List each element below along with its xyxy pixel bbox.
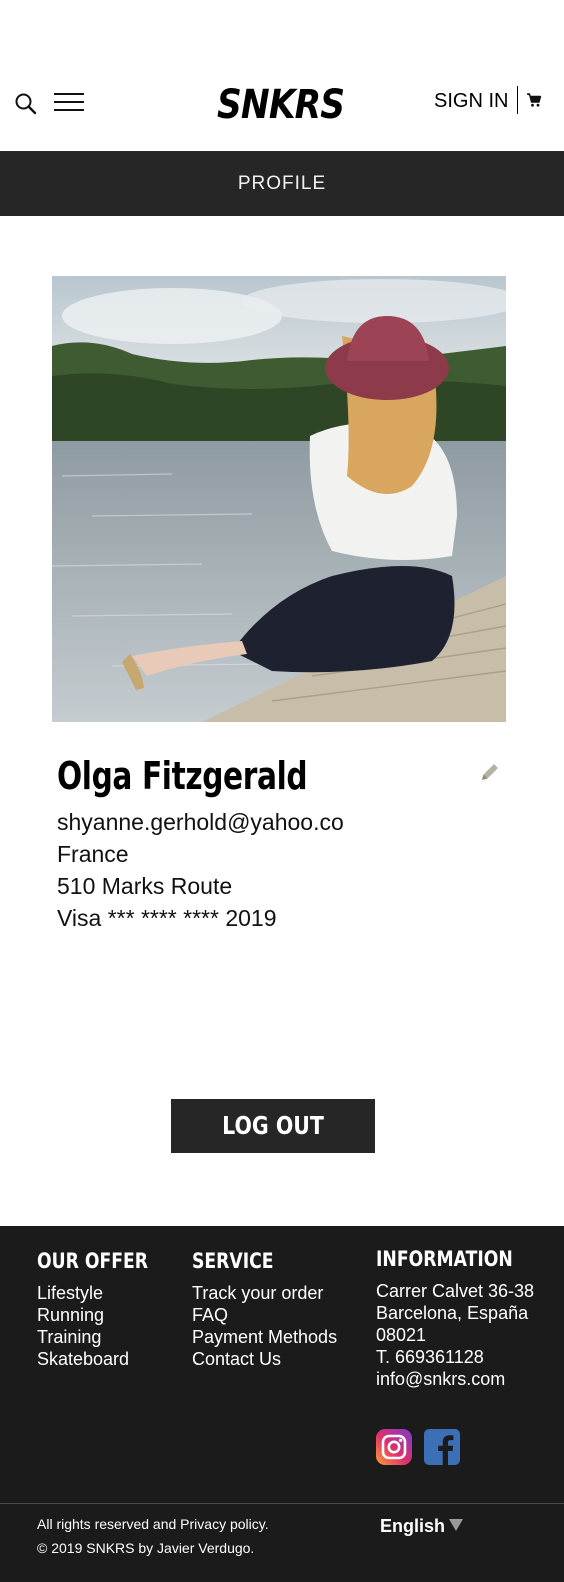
page-title: PROFILE xyxy=(237,173,327,194)
footer-link-training[interactable]: Training xyxy=(37,1326,129,1348)
footer-information-list: Carrer Calvet 36-38 Barcelona, España 08… xyxy=(376,1280,534,1390)
facebook-icon[interactable] xyxy=(424,1429,460,1465)
profile-address: 510 Marks Route xyxy=(57,873,233,899)
logout-button[interactable]: LOG OUT xyxy=(171,1099,375,1153)
search-icon[interactable] xyxy=(14,92,38,116)
profile-card: Visa *** **** **** 2019 xyxy=(57,905,277,931)
footer-link-lifestyle[interactable]: Lifestyle xyxy=(37,1282,129,1304)
page-title-bar: PROFILE xyxy=(0,151,564,216)
footer-link-payment-methods[interactable]: Payment Methods xyxy=(192,1326,337,1348)
footer-offer-list: Lifestyle Running Training Skateboard xyxy=(37,1282,129,1370)
shopping-cart-icon[interactable] xyxy=(526,92,542,108)
profile-country: France xyxy=(57,841,129,867)
site-footer: OUR OFFER Lifestyle Running Training Ska… xyxy=(0,1226,564,1582)
footer-address-postcode: 08021 xyxy=(376,1325,427,1345)
language-selector[interactable]: English xyxy=(380,1514,464,1538)
profile-photo xyxy=(52,276,506,722)
footer-address-city: Barcelona, España xyxy=(376,1303,529,1323)
footer-offer-heading: OUR OFFER xyxy=(37,1249,149,1273)
hamburger-menu-icon[interactable] xyxy=(54,93,84,113)
footer-link-skateboard[interactable]: Skateboard xyxy=(37,1348,129,1370)
footer-phone: T. 669361128 xyxy=(376,1347,484,1367)
footer-address-street: Carrer Calvet 36-38 xyxy=(376,1281,535,1301)
footer-link-running[interactable]: Running xyxy=(37,1304,129,1326)
site-logo[interactable]: SNKRS xyxy=(217,80,345,130)
profile-email: shyanne.gerhold@yahoo.co xyxy=(57,809,344,835)
footer-rights[interactable]: All rights reserved and Privacy policy. xyxy=(37,1515,269,1533)
footer-copyright: © 2019 SNKRS by Javier Verdugo. xyxy=(37,1540,255,1556)
footer-service-heading: SERVICE xyxy=(192,1249,274,1273)
footer-link-contact-us[interactable]: Contact Us xyxy=(192,1348,337,1370)
pencil-icon[interactable] xyxy=(478,760,502,784)
logout-label: LOG OUT xyxy=(222,1111,324,1140)
language-label: English xyxy=(380,1516,446,1536)
footer-information-heading: INFORMATION xyxy=(376,1247,513,1271)
footer-link-faq[interactable]: FAQ xyxy=(192,1304,337,1326)
instagram-icon[interactable] xyxy=(376,1429,412,1465)
header-divider xyxy=(517,86,518,114)
caret-down-icon xyxy=(449,1519,464,1531)
footer-service-list: Track your order FAQ Payment Methods Con… xyxy=(192,1282,337,1370)
site-header: SNKRS SIGN IN xyxy=(0,0,564,151)
footer-link-track-order[interactable]: Track your order xyxy=(192,1282,337,1304)
sign-in-link[interactable]: SIGN IN xyxy=(434,89,508,113)
footer-email-link[interactable]: info@snkrs.com xyxy=(376,1368,534,1390)
profile-name: Olga Fitzgerald xyxy=(57,754,308,798)
footer-divider xyxy=(0,1503,564,1504)
